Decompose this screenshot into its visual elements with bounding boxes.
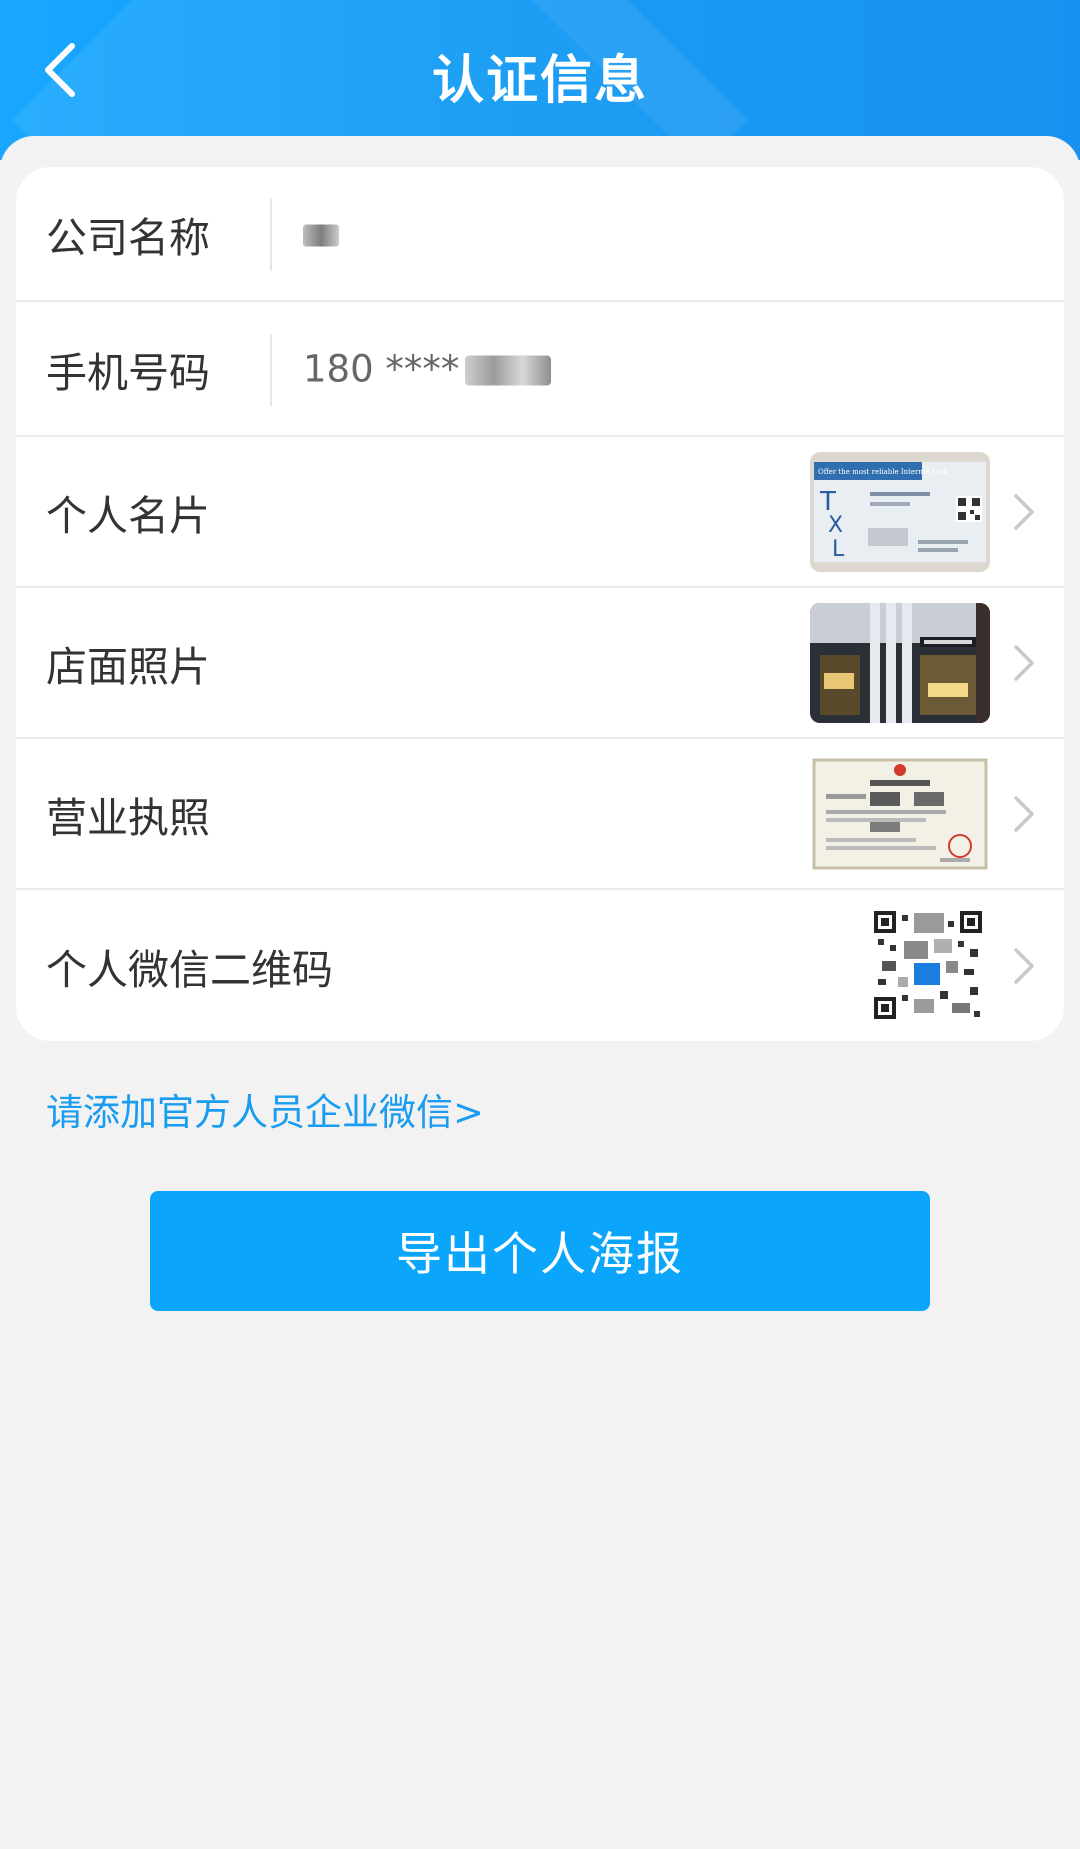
store-photo-row[interactable]: 店面照片 xyxy=(16,588,1064,739)
chevron-right-icon xyxy=(1014,644,1034,681)
wechat-qr-label: 个人微信二维码 xyxy=(46,945,333,994)
wechat-qr-row[interactable]: 个人微信二维码 xyxy=(16,890,1064,1041)
export-poster-button[interactable]: 导出个人海报 xyxy=(150,1191,930,1311)
phone-value: 180 **** xyxy=(303,347,552,390)
business-license-thumbnail[interactable] xyxy=(810,754,990,874)
company-label: 公司名称 xyxy=(46,213,210,262)
business-license-row[interactable]: 营业执照 xyxy=(16,739,1064,890)
business-card-label: 个人名片 xyxy=(46,491,210,540)
store-photo-thumbnail[interactable] xyxy=(810,603,990,723)
svg-text:X: X xyxy=(828,513,843,538)
company-value xyxy=(303,212,339,255)
business-card-row[interactable]: 个人名片 Offer the most reliable Internet Li… xyxy=(16,437,1064,588)
add-official-wechat-link[interactable]: 请添加官方人员企业微信> xyxy=(46,1082,484,1136)
business-card-thumbnail[interactable]: Offer the most reliable Internet Link T … xyxy=(810,452,990,572)
phone-masked-digits xyxy=(465,355,552,386)
phone-row: 手机号码 180 **** xyxy=(16,302,1064,437)
phone-label: 手机号码 xyxy=(46,348,210,397)
business-card-tagline: Offer the most reliable Internet Link xyxy=(818,468,948,476)
svg-text:L: L xyxy=(832,537,845,562)
chevron-right-icon xyxy=(1014,947,1034,984)
company-value-blurred xyxy=(303,224,339,247)
info-card: 公司名称 手机号码 180 **** 个人名片 Offer the most r… xyxy=(16,167,1064,1041)
divider xyxy=(270,199,272,271)
page-title: 认证信息 xyxy=(431,51,648,111)
wechat-qr-thumbnail[interactable] xyxy=(810,905,990,1025)
phone-number-text: 180 **** xyxy=(303,347,460,390)
company-row: 公司名称 xyxy=(16,167,1064,302)
business-license-label: 营业执照 xyxy=(46,793,210,842)
chevron-right-icon xyxy=(1014,795,1034,832)
store-photo-label: 店面照片 xyxy=(46,642,210,691)
divider xyxy=(270,334,272,406)
chevron-right-icon xyxy=(1014,493,1034,530)
